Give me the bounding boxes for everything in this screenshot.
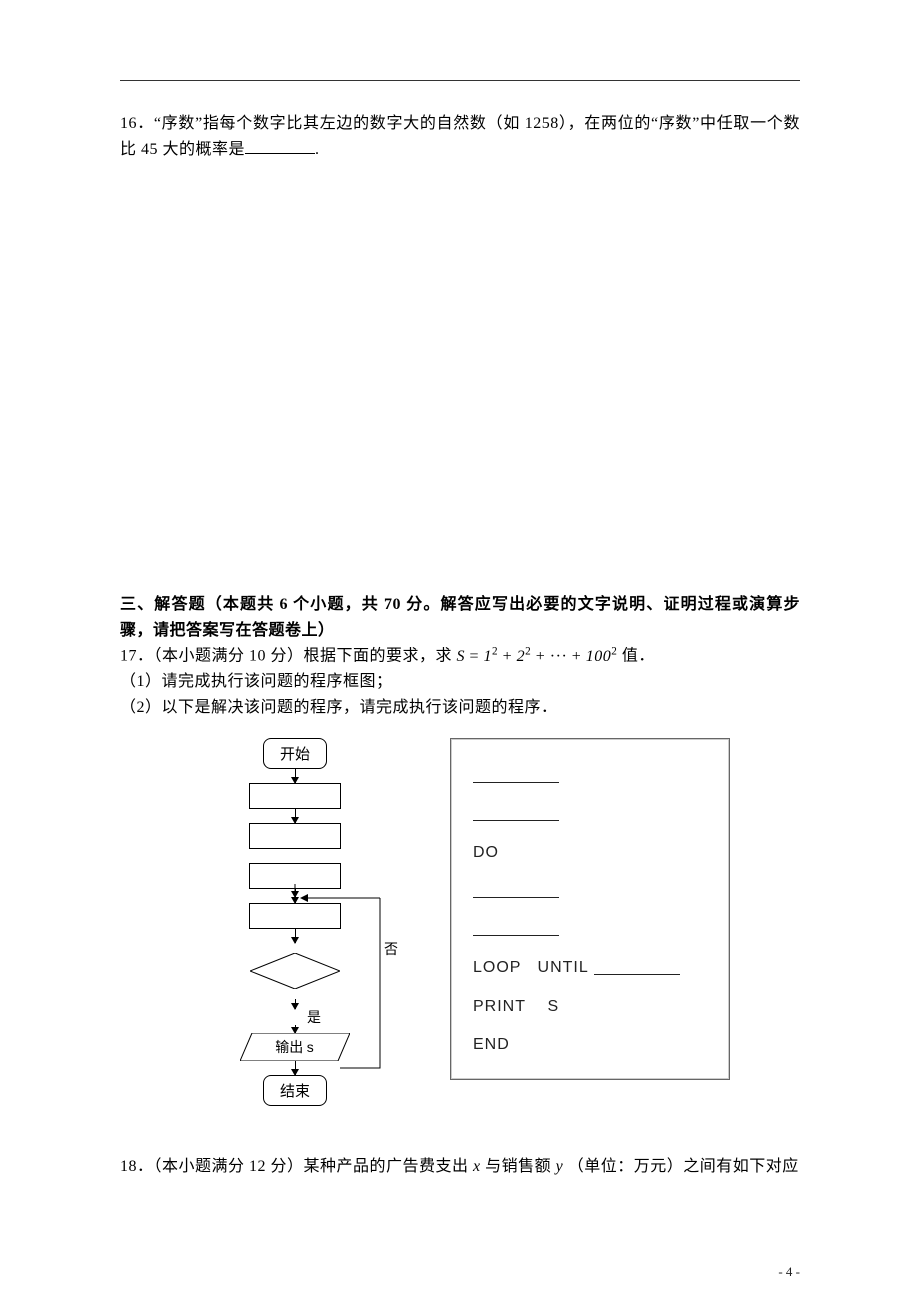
flow-node-body2[interactable] (249, 903, 341, 929)
q16-number: 16． (120, 115, 154, 132)
flow-label-yes: 是 (307, 1007, 321, 1027)
flow-node-output: 输出 s (240, 1033, 350, 1061)
q17-sub1: （1）请完成执行该问题的程序框图； (120, 669, 800, 695)
q17-intro-b: 值． (622, 648, 655, 665)
flow-arrow (295, 809, 296, 823)
flow-node-decision[interactable] (250, 953, 340, 989)
flow-node-init2[interactable] (249, 823, 341, 849)
flow-node-init1[interactable] (249, 783, 341, 809)
flow-arrow (295, 929, 296, 943)
section-3-heading: 三、解答题（本题共 6 个小题，共 70 分。解答应写出必要的文字说明、证明过程… (120, 592, 800, 643)
code-blank-1[interactable] (473, 757, 713, 795)
code-loop-until: LOOP UNTIL (473, 949, 713, 987)
q17-intro-a: 17．（本小题满分 10 分）根据下面的要求，求 (120, 648, 452, 665)
vspace (120, 162, 800, 592)
flow-decision-wrap: 否 (180, 943, 410, 999)
code-do: DO (473, 834, 713, 872)
flow-arrow (295, 769, 296, 783)
flow-label-no: 否 (384, 939, 398, 959)
code-blank-4[interactable] (473, 911, 713, 949)
q17-sub2: （2）以下是解决该问题的程序，请完成执行该问题的程序． (120, 695, 800, 721)
q16-blank[interactable] (245, 139, 315, 153)
flow-output-var: s (307, 1039, 315, 1055)
code-loop-until-label: LOOP UNTIL (473, 959, 594, 976)
code-blank-3[interactable] (473, 873, 713, 911)
flow-arrow (295, 1025, 296, 1033)
flow-arrow (295, 889, 296, 903)
flow-arrow (295, 1061, 296, 1075)
flow-arrow (295, 999, 296, 1009)
page: 16．“序数”指每个数字比其左边的数字大的自然数（如 1258），在两位的“序数… (0, 0, 920, 1302)
q17-formula: S = 12 + 22 + ··· + 1002 (457, 648, 618, 665)
q16-text-b: . (315, 141, 320, 158)
question-16: 16．“序数”指每个数字比其左边的数字大的自然数（如 1258），在两位的“序数… (120, 111, 800, 162)
code-blank-2[interactable] (473, 796, 713, 834)
code-blank-until[interactable] (594, 962, 680, 975)
question-17: 17．（本小题满分 10 分）根据下面的要求，求 S = 12 + 22 + ·… (120, 643, 800, 669)
flow-node-start: 开始 (263, 738, 327, 769)
flow-output-prefix: 输出 (275, 1041, 307, 1056)
q17-figures: 开始 (120, 738, 800, 1106)
page-number: - 4 - (778, 1264, 800, 1280)
code-print: PRINT S (473, 988, 713, 1026)
flow-node-end: 结束 (263, 1075, 327, 1106)
code-end: END (473, 1026, 713, 1064)
flowchart: 开始 (180, 738, 410, 1106)
question-18: 18．（本小题满分 12 分）某种产品的广告费支出 x 与销售额 y （单位：万… (120, 1154, 800, 1180)
code-box: DO LOOP UNTIL PRINT S END (450, 738, 730, 1079)
q16-text-a: “序数”指每个数字比其左边的数字大的自然数（如 1258），在两位的“序数”中任… (120, 115, 800, 158)
flow-node-body1[interactable] (249, 863, 341, 889)
header-rule (120, 80, 800, 81)
